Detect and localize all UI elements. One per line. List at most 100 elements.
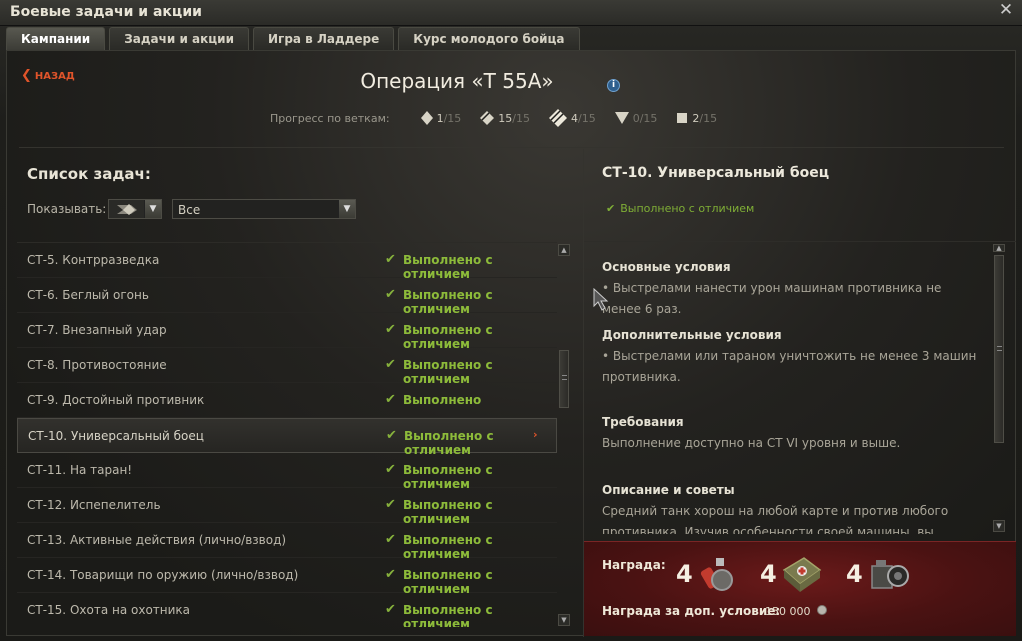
task-row[interactable]: СТ-9. Достойный противник ✔ Выполнено [17, 383, 557, 418]
branch-total: /15 [577, 111, 596, 125]
branch-total: /15 [512, 111, 530, 125]
tab-ladder[interactable]: Игра в Ладдере [253, 27, 395, 50]
branch-light: 4/15 [548, 108, 596, 128]
extra-reward-label: Награда за доп. условие: [602, 604, 781, 618]
medkit-icon [782, 557, 822, 592]
show-label: Показывать: [27, 202, 107, 216]
reward-count: 4 [676, 560, 693, 588]
grip-icon [997, 346, 1002, 351]
scroll-thumb[interactable] [559, 350, 569, 408]
task-row[interactable]: СТ-14. Товарищи по оружию (лично/взвод) ✔… [17, 558, 557, 596]
check-icon: ✔ [385, 287, 396, 302]
branch-spg: 2/15 [675, 111, 717, 125]
task-name: СТ-15. Охота на охотника [27, 603, 191, 617]
check-icon: ✔ [385, 602, 396, 617]
task-name: СТ-7. Внезапный удар [27, 323, 167, 337]
task-row[interactable]: СТ-12. Испепелитель ✔ Выполнено с отличием [17, 488, 557, 526]
task-status: Выполнено с отличием [403, 498, 493, 526]
task-row-selected[interactable]: СТ-10. Универсальный боец ✔ Выполнено с от… [17, 418, 557, 457]
reward-count: 4 [846, 560, 863, 588]
branch-done: 15 [498, 111, 513, 125]
tab-bar: Кампании Задачи и акции Игра в Ладдере К… [6, 27, 584, 51]
branch-done: 2 [692, 111, 700, 125]
selected-arrow-icon: › [533, 428, 538, 441]
branch-total: /15 [639, 111, 658, 125]
task-row[interactable]: СТ-13. Активные действия (лично/взвод) ✔ В… [17, 523, 557, 561]
task-row[interactable]: СТ-11. На таран! ✔ Выполнено с отличием [17, 453, 557, 491]
task-detail-scrollbar[interactable]: ▲ ▼ [993, 244, 1005, 532]
scroll-thumb[interactable] [994, 255, 1004, 443]
status-filter-dropdown[interactable]: Все ▼ [172, 199, 356, 219]
check-icon: ✔ [385, 252, 396, 267]
task-status: Выполнено с отличием [403, 533, 493, 561]
branch-total: /15 [443, 111, 462, 125]
extra-reward-value: 150 000 [765, 605, 811, 618]
section-heading: Дополнительные условия [602, 328, 782, 342]
check-icon: ✔ [386, 428, 397, 443]
chevron-down-icon[interactable]: ▼ [144, 200, 161, 218]
chevron-down-icon[interactable]: ▼ [338, 200, 355, 218]
task-name: СТ-6. Беглый огонь [27, 288, 149, 302]
branch-td: 0/15 [614, 110, 658, 126]
heavy-tank-icon [420, 111, 433, 125]
task-row[interactable]: СТ-8. Противостояние ✔ Выполнено с отличие… [17, 348, 557, 386]
task-name: СТ-11. На таран! [27, 463, 133, 477]
filter-value: Все [178, 203, 201, 217]
task-row[interactable]: СТ-5. Контрразведка ✔ Выполнено с отличием [17, 243, 557, 281]
task-detail-panel: СТ-10. Универсальный боец ✔ Выполнено с о… [584, 148, 1016, 636]
task-status: Выполнено [403, 393, 482, 407]
close-icon[interactable]: ✕ [998, 2, 1014, 19]
branch-heavy: 1/15 [420, 110, 462, 126]
task-name: СТ-14. Товарищи по оружию (лично/взвод) [27, 568, 299, 582]
section-heading: Описание и советы [602, 483, 735, 497]
task-row[interactable]: СТ-7. Внезапный удар ✔ Выполнено с отличие… [17, 313, 557, 351]
task-name: СТ-8. Противостояние [27, 358, 167, 372]
fire-extinguisher-icon [700, 558, 733, 591]
task-status: Выполнено с отличием [403, 288, 493, 316]
section-text: • Выстрелами или тараном уничтожить не м… [602, 349, 977, 384]
info-icon[interactable]: i [607, 79, 620, 92]
scroll-up-icon[interactable]: ▲ [993, 244, 1005, 252]
task-list-title: Список задач: [27, 165, 151, 183]
task-status: Выполнено с отличием [403, 253, 493, 281]
branch-filter-dropdown[interactable]: ▼ [108, 199, 162, 219]
spg-icon [677, 113, 688, 123]
task-row[interactable]: СТ-6. Беглый огонь ✔ Выполнено с отличием [17, 278, 557, 316]
tank-destroyer-icon [614, 112, 629, 124]
check-icon: ✔ [385, 392, 396, 407]
tab-missions-and-events[interactable]: Задачи и акции [109, 27, 249, 50]
check-icon: ✔ [385, 567, 396, 582]
task-status: Выполнено с отличием [403, 323, 493, 351]
task-name: СТ-12. Испепелитель [27, 498, 161, 512]
tab-campaigns[interactable]: Кампании [6, 27, 106, 50]
credits-icon [817, 605, 827, 615]
window-title: Боевые задачи и акции [10, 4, 202, 20]
back-button[interactable]: ❮ НАЗАД [21, 68, 75, 83]
branch-progress: Прогресс по веткам: 1/15 15/15 4/15 0/15… [270, 109, 735, 127]
medium-tank-icon [480, 111, 495, 125]
task-row[interactable]: СТ-15. Охота на охотника ✔ Выполнено с отл… [17, 593, 557, 627]
missions-window: Боевые задачи и акции ✕ Кампании Задачи … [0, 0, 1022, 641]
task-status: Выполнено с отличием [403, 568, 493, 596]
section-heading: Требования [602, 415, 684, 429]
task-status: Выполнено с отличием [403, 603, 493, 627]
content-panel: ❮ НАЗАД Операция «Т 55А» i Прогресс по ве… [6, 50, 1016, 637]
branch-medium: 15/15 [479, 110, 530, 126]
scroll-down-icon[interactable]: ▼ [993, 520, 1005, 532]
back-label: НАЗАД [34, 71, 75, 82]
task-list-panel: Список задач: Показывать: ▼ Все ▼ СТ-5. … [7, 148, 579, 636]
branch-total: /15 [699, 111, 718, 125]
check-icon: ✔ [606, 202, 616, 215]
section-text: • Выстрелами нанести урон машинам против… [602, 281, 942, 316]
task-list-scrollbar[interactable]: ▲ ▼ [558, 244, 570, 630]
check-icon: ✔ [385, 462, 396, 477]
title-bar: Боевые задачи и акции ✕ [0, 0, 1022, 26]
reward-label: Награда: [602, 558, 666, 572]
task-status: Выполнено с отличием [403, 463, 493, 491]
scroll-down-icon[interactable]: ▼ [558, 614, 570, 626]
scroll-up-icon[interactable]: ▲ [558, 244, 570, 256]
task-name: СТ-10. Универсальный боец [28, 429, 204, 443]
reward-count: 4 [760, 560, 777, 588]
tab-recruit-course[interactable]: Курс молодого бойца [398, 27, 580, 50]
reward-panel: Награда: 4 4 4 Награда за доп. условие: … [584, 541, 1016, 636]
